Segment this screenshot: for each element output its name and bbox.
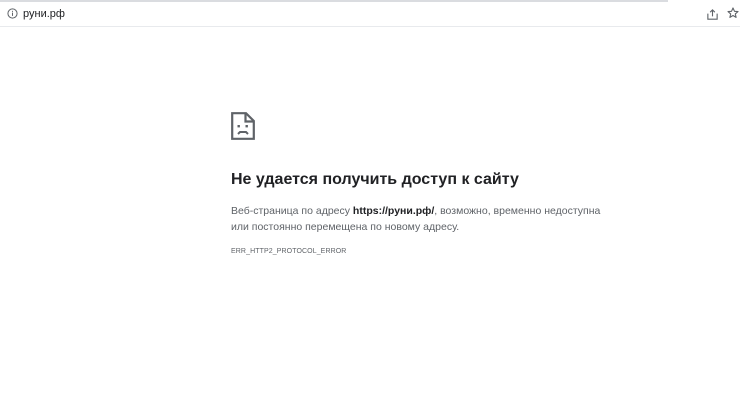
- sad-page-icon: [231, 112, 255, 140]
- browser-toolbar: руни.рф: [0, 2, 740, 27]
- share-icon[interactable]: [706, 8, 719, 21]
- address-bar-url[interactable]: руни.рф: [23, 7, 65, 21]
- error-code: ERR_HTTP2_PROTOCOL_ERROR: [231, 248, 347, 255]
- address-bar[interactable]: руни.рф: [0, 2, 740, 26]
- info-circle-icon[interactable]: [7, 8, 18, 19]
- error-desc-url: https://руни.рф/: [352, 205, 435, 217]
- star-icon[interactable]: [727, 7, 739, 19]
- error-description: Веб-страница по адресу https://руни.рф/,…: [231, 204, 611, 235]
- error-title: Не удается получить доступ к сайту: [231, 171, 519, 188]
- error-desc-prefix: Веб-страница по адресу: [231, 205, 353, 217]
- error-content: Не удается получить доступ к сайту Веб-с…: [231, 112, 631, 257]
